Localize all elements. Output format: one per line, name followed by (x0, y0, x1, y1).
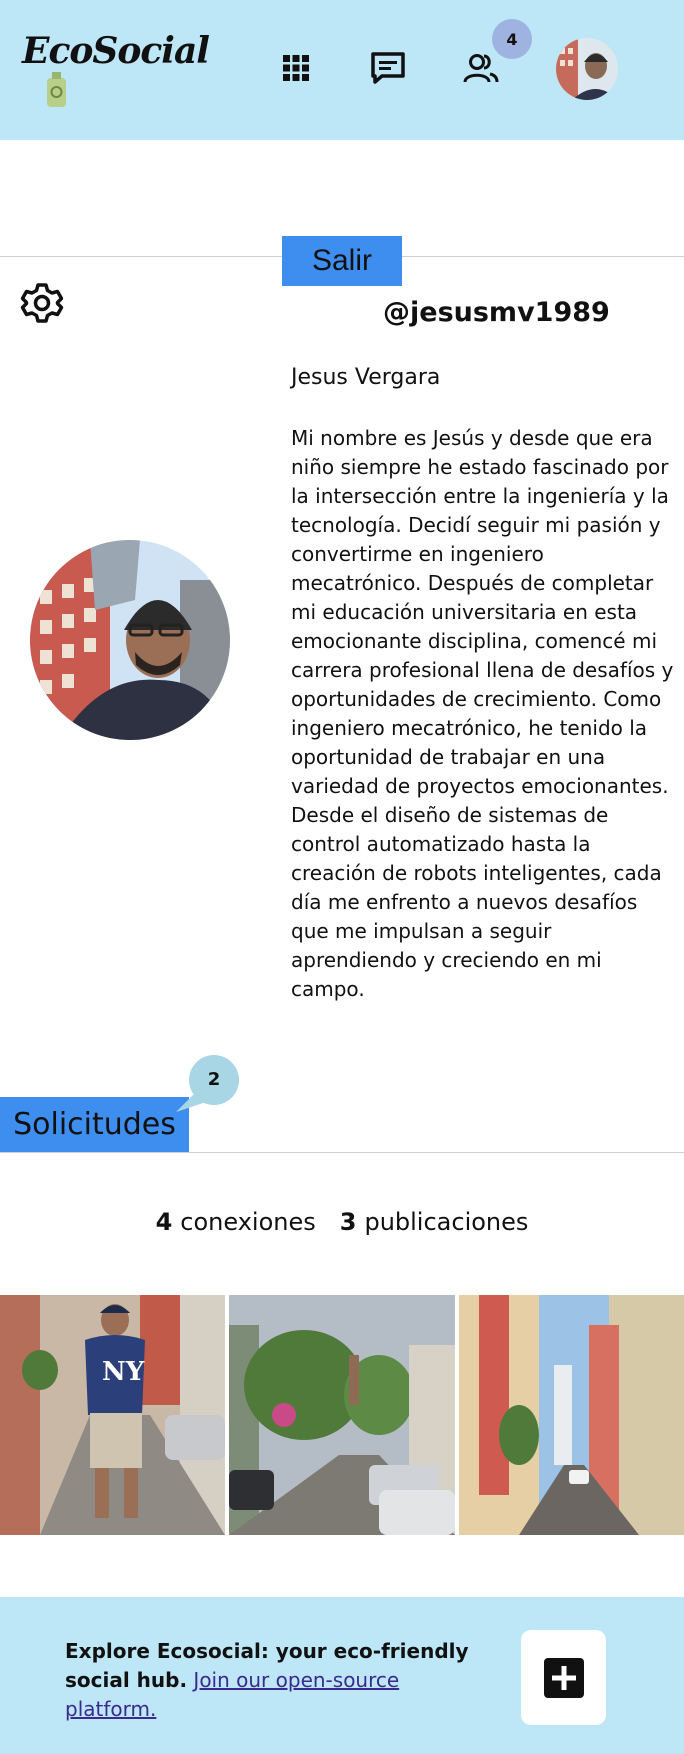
people-icon[interactable] (461, 48, 501, 88)
brand-logo[interactable]: EcoSocial (22, 30, 210, 72)
profile-full-name: Jesus Vergara (291, 365, 441, 390)
apps-grid-icon[interactable] (276, 48, 316, 88)
top-header: EcoSocial 4 (0, 0, 684, 140)
post-photo[interactable] (229, 1295, 455, 1535)
connections-label[interactable]: conexiones (180, 1208, 315, 1236)
user-avatar[interactable] (556, 38, 618, 100)
section-divider (0, 1152, 684, 1153)
posts-count: 3 (339, 1208, 357, 1236)
connections-count: 4 (155, 1208, 173, 1236)
notification-badge[interactable]: 4 (492, 19, 532, 59)
requests-count: 2 (207, 1069, 221, 1090)
posts-label[interactable]: publicaciones (364, 1208, 528, 1236)
site-footer: Explore Ecosocial: your eco-friendly soc… (0, 1597, 684, 1754)
footer-text: Explore Ecosocial: your eco-friendly soc… (65, 1637, 485, 1724)
profile-username: @jesusmv1989 (383, 297, 610, 328)
eco-bottle-icon (47, 72, 66, 107)
profile-photo (30, 540, 230, 740)
svg-text:NY: NY (102, 1357, 145, 1387)
profile-bio: Mi nombre es Jesús y desde que era niño … (291, 426, 674, 1001)
settings-gear-icon[interactable] (20, 281, 64, 325)
post-photo[interactable] (459, 1295, 684, 1535)
create-post-button[interactable] (521, 1630, 606, 1725)
plus-square-icon (543, 1657, 584, 1698)
requests-tab[interactable]: Solicitudes (0, 1097, 189, 1152)
profile-stats: 4 conexiones 3 publicaciones (0, 1208, 684, 1236)
message-icon[interactable] (368, 48, 408, 88)
post-photo[interactable]: NY (0, 1295, 225, 1535)
logout-button[interactable]: Salir (282, 236, 402, 286)
